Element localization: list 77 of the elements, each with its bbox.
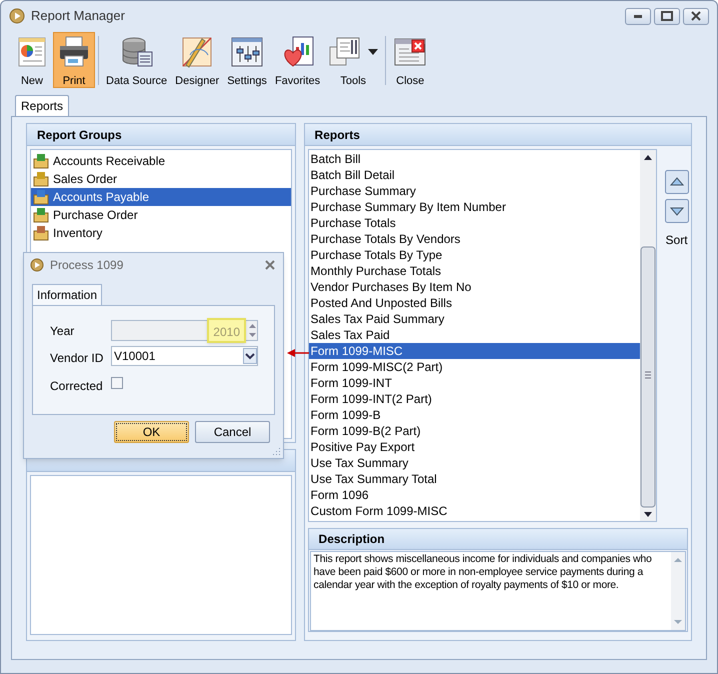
report-item[interactable]: Sales Tax Paid [308, 327, 640, 343]
folder-icon [33, 225, 49, 241]
pointer-arrow [287, 348, 309, 358]
report-item[interactable]: Vendor Purchases By Item No [308, 279, 640, 295]
report-item[interactable]: Form 1099-INT [308, 375, 640, 391]
field-label: Vendor ID [50, 350, 104, 367]
folder-icon [33, 153, 49, 169]
report-item[interactable]: Purchase Totals By Type [308, 247, 640, 263]
group-item[interactable]: Accounts Receivable [31, 152, 291, 170]
toolbar-button[interactable]: Favorites [270, 32, 324, 88]
dialog-button[interactable]: OK [114, 421, 189, 443]
report-item[interactable]: Purchase Totals By Vendors [308, 231, 640, 247]
description-text: This report shows miscellaneous income for individuals and companies who have been paid $600 or more in non-employee service payments during a calendar year with the exception of royalty payments of $10 or more. [312, 552, 653, 593]
tab[interactable]: Information [32, 284, 102, 305]
report-item[interactable]: Use Tax Summary [308, 455, 640, 471]
dialog-title: Process 1099 [50, 257, 124, 274]
report-item[interactable]: Form 1099-INT(2 Part) [308, 391, 640, 407]
field-label: Year [50, 323, 74, 340]
panel-header: Description [308, 529, 687, 550]
vendor-id-combobox[interactable]: V10001 [111, 346, 258, 366]
report-item[interactable]: Purchase Totals [308, 215, 640, 231]
corrected-checkbox[interactable] [111, 377, 123, 389]
caret-icon [368, 49, 378, 55]
toolbar-button[interactable]: Designer [171, 32, 224, 88]
report-item[interactable]: Form 1099-B [308, 407, 640, 423]
report-item[interactable]: Form 1096 [308, 487, 640, 503]
toolbar-button[interactable]: Settings [223, 32, 271, 88]
close-icon [691, 11, 701, 21]
folder-icon [33, 207, 49, 223]
report-item[interactable]: Batch Bill Detail [308, 167, 640, 183]
database-icon [120, 35, 154, 69]
group-item[interactable]: Purchase Order [31, 206, 291, 224]
report-item[interactable]: Monthly Purchase Totals [308, 263, 640, 279]
report-item[interactable]: Form 1099-MISC(2 Part) [308, 359, 640, 375]
printer-icon [57, 35, 91, 69]
dialog-button[interactable]: Cancel [195, 421, 270, 443]
maximize-button[interactable] [654, 8, 680, 24]
sort-label: Sort [666, 232, 688, 249]
app-logo-icon [9, 8, 25, 24]
toolbar-button[interactable]: Data Source [102, 32, 172, 88]
report-item[interactable]: Use Tax Summary Total [308, 471, 640, 487]
tab[interactable]: Reports [15, 95, 70, 116]
toolbar-button[interactable]: Print [53, 32, 95, 88]
close-icon [265, 260, 275, 270]
panel-header: Reports [304, 124, 691, 146]
report-item[interactable]: Form 1099-B(2 Part) [308, 423, 640, 439]
move-up-button[interactable] [664, 170, 689, 194]
toolbar-button[interactable]: New [11, 32, 53, 88]
group-item[interactable]: Sales Order [31, 170, 291, 188]
report-item[interactable]: Sales Tax Paid Summary [308, 311, 640, 327]
report-item[interactable]: Positive Pay Export [308, 439, 640, 455]
minimize-icon [634, 14, 642, 18]
maximize-icon [661, 11, 673, 21]
group-item[interactable]: Inventory [31, 224, 291, 242]
scrollbar[interactable] [671, 552, 685, 630]
report-item[interactable]: Form 1099-MISC [308, 343, 640, 359]
folder-icon [33, 171, 49, 187]
report-item[interactable]: Custom Form 1099-MISC [308, 503, 640, 519]
minimize-button[interactable] [625, 8, 651, 24]
window-title: Report Manager [31, 7, 125, 26]
folder-icon [33, 189, 49, 205]
resize-grip-icon [272, 447, 281, 456]
group-item[interactable]: Accounts Payable [31, 188, 291, 206]
toolbar-button[interactable]: Close [389, 32, 432, 88]
report-item[interactable]: Batch Bill [308, 151, 640, 167]
close-button[interactable] [683, 8, 709, 24]
report-item[interactable]: Posted And Unposted Bills [308, 295, 640, 311]
report-item[interactable]: Purchase Summary By Item Number [308, 199, 640, 215]
tools-dropdown-button[interactable]: Tools [324, 32, 382, 88]
app-logo-icon [30, 258, 44, 272]
scrollbar[interactable] [640, 150, 656, 521]
field-label: Corrected [50, 378, 103, 395]
sliders-icon [230, 35, 264, 69]
move-down-button[interactable] [664, 199, 689, 223]
ruler-pencil-icon [180, 35, 214, 69]
panel-header: Report Groups [27, 124, 295, 146]
report-item[interactable]: Purchase Summary [308, 183, 640, 199]
